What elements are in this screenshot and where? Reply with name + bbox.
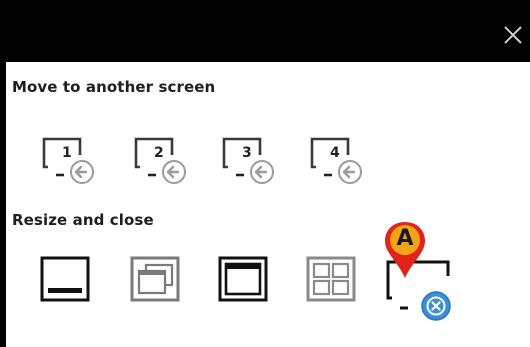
move-to-screen-icon: 1	[42, 137, 94, 184]
restore-button[interactable]	[128, 254, 184, 306]
maximize-button[interactable]	[216, 254, 272, 306]
move-to-screen-icon: 2	[134, 137, 186, 184]
screen-number: 4	[330, 145, 340, 161]
move-to-screen-icon: 3	[222, 137, 274, 184]
maximize-icon	[218, 256, 268, 302]
move-to-screen-icon: 4	[310, 137, 362, 184]
title-bar	[0, 0, 530, 62]
window-left-border	[0, 62, 6, 347]
move-to-screen-2-button[interactable]: 2	[130, 133, 190, 191]
callout-badge: A	[382, 220, 428, 280]
close-icon[interactable]	[500, 22, 526, 48]
screen-number: 1	[62, 145, 72, 161]
minimize-button[interactable]	[38, 254, 94, 306]
move-section-title: Move to another screen	[12, 78, 216, 96]
restore-icon	[130, 256, 180, 302]
screen-number: 3	[242, 145, 252, 161]
move-to-screen-1-button[interactable]: 1	[38, 133, 98, 191]
screen-number: 2	[154, 145, 164, 161]
tile-icon	[306, 256, 356, 302]
move-to-screen-3-button[interactable]: 3	[218, 133, 278, 191]
screen-menu-window: Move to another screen 1 2 3 4 Resize an…	[0, 0, 530, 347]
move-to-screen-4-button[interactable]: 4	[306, 133, 366, 191]
tile-button[interactable]	[304, 254, 360, 306]
callout-letter: A	[396, 226, 414, 251]
resize-section-title: Resize and close	[12, 211, 154, 229]
minimize-icon	[40, 256, 90, 302]
